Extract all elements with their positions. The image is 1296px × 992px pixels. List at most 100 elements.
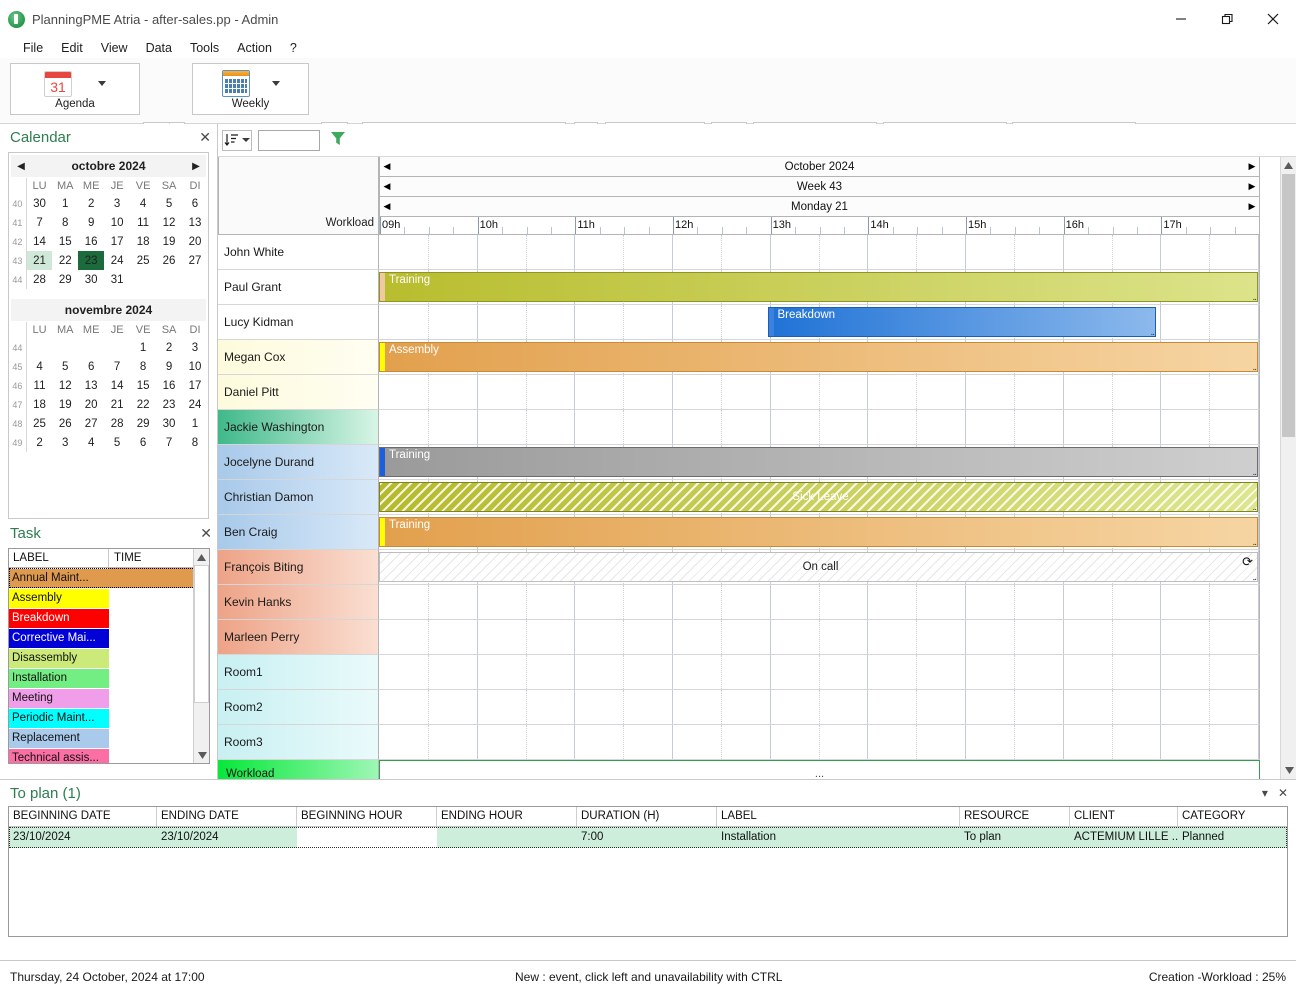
task-list-item[interactable]: Replacement [9, 728, 209, 748]
calendar-day[interactable]: 12 [156, 213, 182, 232]
column-client[interactable]: CLIENT [1070, 807, 1178, 826]
gantt-track[interactable]: Breakdown.. [379, 305, 1260, 340]
resource-name[interactable]: Room1 [218, 655, 379, 690]
calendar-day[interactable]: 20 [78, 395, 104, 414]
calendar-day[interactable]: 17 [104, 232, 130, 251]
calendar-day[interactable]: 30 [156, 414, 182, 433]
gantt-track[interactable]: Sick Leave.. [379, 480, 1260, 515]
next-month-button[interactable]: ▶ [186, 161, 206, 172]
resource-name[interactable]: Room3 [218, 725, 379, 760]
resource-name[interactable]: Kevin Hanks [218, 585, 379, 620]
resource-name[interactable]: François Biting [218, 550, 379, 585]
calendar-day[interactable]: 1 [52, 194, 78, 213]
minimize-icon[interactable] [1158, 0, 1204, 38]
calendar-day[interactable]: 25 [26, 414, 52, 433]
calendar-day[interactable]: 2 [78, 194, 104, 213]
gantt-track[interactable] [379, 410, 1260, 445]
task-list-item[interactable]: Breakdown [9, 608, 209, 628]
calendar-day[interactable]: 9 [78, 213, 104, 232]
menu-item-file[interactable]: File [14, 38, 52, 58]
menu-item-tools[interactable]: Tools [181, 38, 228, 58]
calendar-day[interactable] [52, 338, 78, 357]
resource-name[interactable]: Lucy Kidman [218, 305, 379, 340]
resource-name[interactable]: Christian Damon [218, 480, 379, 515]
bar-resize-handle[interactable]: .. [1252, 503, 1256, 512]
calendar-day-selected[interactable]: 21 [26, 251, 53, 270]
menu-item-view[interactable]: View [92, 38, 137, 58]
bar-resize-handle[interactable]: .. [1252, 363, 1256, 372]
gantt-bar[interactable]: Training.. [379, 447, 1258, 477]
close-icon[interactable]: ✕ [1278, 786, 1288, 800]
resource-name[interactable]: Megan Cox [218, 340, 379, 375]
table-row[interactable]: 23/10/2024 23/10/2024 7:00 Installation … [9, 827, 1287, 848]
column-label[interactable]: LABEL [717, 807, 960, 826]
prev-month-button[interactable]: ◀ [11, 161, 31, 172]
task-list-item[interactable]: Disassembly [9, 648, 209, 668]
calendar-day[interactable]: 10 [182, 357, 208, 376]
next-day-arrow[interactable]: ▶ [1245, 201, 1259, 212]
funnel-icon[interactable] [330, 131, 346, 149]
bar-resize-handle[interactable]: .. [1252, 573, 1256, 582]
calendar-day[interactable]: 7 [104, 357, 130, 376]
calendar-day[interactable] [130, 270, 156, 289]
calendar-day[interactable]: 1 [182, 414, 208, 433]
calendar-day[interactable]: 22 [130, 395, 156, 414]
calendar-day[interactable]: 27 [182, 251, 208, 270]
calendar-day[interactable]: 4 [130, 194, 156, 213]
scroll-down-icon[interactable] [194, 747, 209, 763]
calendar-day[interactable]: 13 [182, 213, 208, 232]
calendar-day[interactable]: 8 [52, 213, 78, 232]
calendar-day[interactable]: 2 [156, 338, 182, 357]
calendar-day[interactable]: 5 [104, 433, 130, 452]
bar-resize-handle[interactable]: .. [1252, 538, 1256, 547]
calendar-day[interactable]: 9 [156, 357, 182, 376]
calendar-day[interactable]: 8 [182, 433, 208, 452]
gantt-track[interactable]: Training.. [379, 445, 1260, 480]
next-month-arrow[interactable]: ▶ [1245, 161, 1259, 172]
calendar-day[interactable] [26, 338, 52, 357]
task-list-item[interactable]: Periodic Maint... [9, 708, 209, 728]
gantt-vertical-scrollbar[interactable] [1280, 157, 1296, 779]
gantt-track[interactable] [379, 690, 1260, 725]
calendar-day[interactable]: 2 [26, 433, 52, 452]
calendar-day[interactable]: 6 [182, 194, 208, 213]
scroll-up-icon[interactable] [194, 549, 209, 565]
prev-week-arrow[interactable]: ◀ [380, 181, 394, 192]
resource-name[interactable]: Marleen Perry [218, 620, 379, 655]
bar-resize-handle[interactable]: .. [1252, 468, 1256, 477]
menu-item-help[interactable]: ? [281, 38, 306, 58]
calendar-day[interactable]: 15 [52, 232, 78, 251]
next-week-arrow[interactable]: ▶ [1245, 181, 1259, 192]
gantt-track[interactable] [379, 725, 1260, 760]
calendar-day[interactable]: 1 [130, 338, 156, 357]
gantt-bar[interactable]: Training.. [379, 272, 1258, 302]
resource-name[interactable]: Jackie Washington [218, 410, 379, 445]
task-list-item[interactable]: Technical assis... [9, 748, 209, 763]
calendar-day[interactable]: 24 [104, 251, 130, 270]
calendar-day[interactable]: 11 [130, 213, 156, 232]
calendar-day[interactable]: 26 [52, 414, 78, 433]
task-list-item[interactable]: Annual Maint... [9, 568, 209, 588]
maximize-icon[interactable] [1204, 0, 1250, 38]
calendar-day[interactable]: 20 [182, 232, 208, 251]
calendar-day[interactable]: 14 [26, 232, 52, 251]
menu-item-action[interactable]: Action [228, 38, 281, 58]
calendar-day[interactable] [182, 270, 208, 289]
calendar-day[interactable]: 23 [156, 395, 182, 414]
calendar-day[interactable]: 3 [182, 338, 208, 357]
agenda-view-button[interactable]: 31 Agenda [10, 63, 140, 115]
calendar-day[interactable]: 19 [52, 395, 78, 414]
calendar-day[interactable]: 27 [78, 414, 104, 433]
resource-name[interactable]: Jocelyne Durand [218, 445, 379, 480]
calendar-day[interactable]: 10 [104, 213, 130, 232]
resource-name[interactable]: Daniel Pitt [218, 375, 379, 410]
task-list-item[interactable]: Assembly [9, 588, 209, 608]
resource-name[interactable]: Paul Grant [218, 270, 379, 305]
calendar-day-today[interactable]: 23 [78, 251, 105, 270]
calendar-day[interactable]: 4 [26, 357, 52, 376]
task-list-item[interactable]: Meeting [9, 688, 209, 708]
column-duration[interactable]: DURATION (H) [577, 807, 717, 826]
calendar-day[interactable]: 5 [156, 194, 182, 213]
calendar-day[interactable]: 8 [130, 357, 156, 376]
gantt-search-input[interactable] [258, 129, 320, 151]
